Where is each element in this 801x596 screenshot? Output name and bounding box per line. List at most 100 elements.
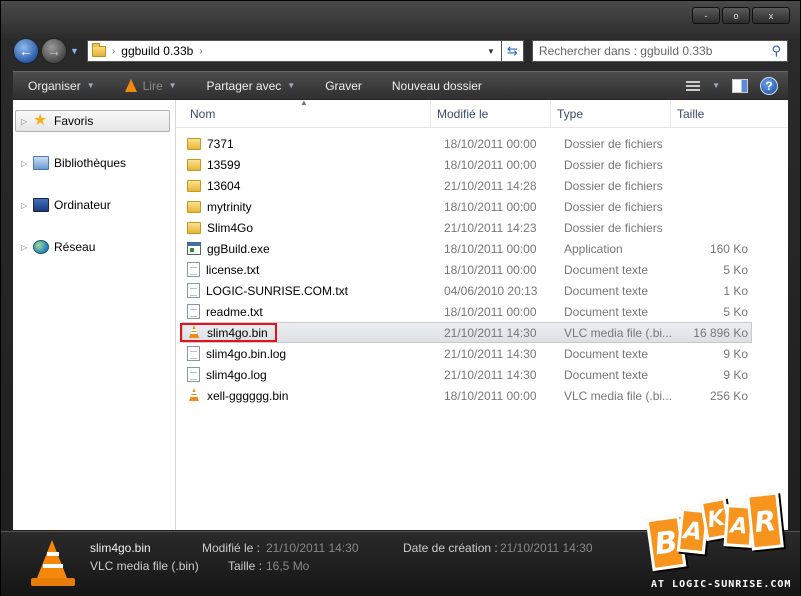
vlc-file-icon	[187, 325, 201, 340]
history-dropdown-icon[interactable]: ▼	[70, 46, 79, 56]
file-size: 256 Ko	[709, 388, 748, 403]
nav-item-favorites[interactable]: ▷ ★ Favoris	[15, 110, 170, 132]
address-bar[interactable]: › ggbuild 0.33b › ▼	[86, 40, 502, 62]
chevron-down-icon: ▼	[168, 81, 177, 90]
file-date: 18/10/2011 00:00	[444, 262, 537, 277]
table-row[interactable]: LOGIC-SUNRISE.COM.txt 04/06/2010 20:13 Doc…	[182, 280, 752, 301]
share-menu[interactable]: Partager avec ▼	[192, 72, 311, 100]
table-row[interactable]: slim4go.bin 21/10/2011 14:30 VLC media fil…	[182, 322, 752, 343]
table-row[interactable]: license.txt 18/10/2011 00:00 Document text…	[182, 259, 752, 280]
file-name-cell[interactable]: 7371	[183, 137, 438, 151]
file-type: Dossier de fichiers	[564, 157, 663, 172]
text-document-icon	[187, 367, 200, 382]
vlc-cone-icon	[31, 540, 75, 586]
file-name-cell[interactable]: xell-gggggg.bin	[183, 388, 438, 403]
file-name-cell[interactable]: Slim4Go	[183, 221, 438, 235]
nav-item-libraries[interactable]: ▷ Bibliothèques	[13, 152, 175, 174]
table-row[interactable]: Slim4Go 21/10/2011 14:23 Dossier de fichie…	[182, 217, 752, 238]
play-menu[interactable]: Lire ▼	[110, 72, 192, 100]
file-name[interactable]: LOGIC-SUNRISE.COM.txt	[206, 284, 348, 298]
file-name-cell[interactable]: license.txt	[183, 262, 438, 277]
file-name[interactable]: slim4go.bin	[207, 326, 268, 340]
breadcrumb-separator-icon[interactable]: ›	[199, 46, 202, 57]
nav-item-computer[interactable]: ▷ Ordinateur	[13, 194, 175, 216]
organize-menu[interactable]: Organiser ▼	[13, 72, 110, 100]
table-row[interactable]: 13599 18/10/2011 00:00 Dossier de fichiers	[182, 154, 752, 175]
help-icon[interactable]: ?	[760, 76, 778, 95]
breadcrumb-current[interactable]: ggbuild 0.33b	[121, 44, 193, 58]
minimize-button[interactable]: -	[692, 7, 720, 24]
file-name-cell[interactable]: 13599	[183, 158, 438, 172]
nav-item-network[interactable]: ▷ Réseau	[13, 236, 175, 258]
expand-arrow-icon[interactable]: ▷	[21, 159, 31, 168]
file-name[interactable]: 13599	[207, 158, 240, 172]
caption-buttons: - o x	[692, 7, 790, 24]
file-type: Dossier de fichiers	[564, 199, 663, 214]
column-header-date[interactable]: Modifié le	[431, 99, 551, 128]
column-header-size[interactable]: Taille	[671, 100, 749, 128]
back-button[interactable]: ←	[13, 38, 39, 64]
file-name[interactable]: slim4go.log	[206, 368, 267, 382]
search-icon[interactable]: ⚲	[771, 43, 781, 59]
table-row[interactable]: ggBuild.exe 18/10/2011 00:00 Application 16…	[182, 238, 752, 259]
file-name-cell[interactable]: ggBuild.exe	[183, 242, 438, 256]
table-row[interactable]: slim4go.bin.log 21/10/2011 14:30 Document …	[182, 343, 752, 364]
table-row[interactable]: mytrinity 18/10/2011 00:00 Dossier de fich…	[182, 196, 752, 217]
file-name-cell[interactable]: slim4go.bin.log	[183, 346, 438, 361]
expand-arrow-icon[interactable]: ▷	[21, 243, 31, 252]
file-type: VLC media file (.bi...	[564, 388, 673, 403]
nav-label: Favoris	[54, 114, 94, 128]
file-name[interactable]: license.txt	[206, 263, 259, 277]
table-row[interactable]: slim4go.log 21/10/2011 14:30 Document text…	[182, 364, 752, 385]
expand-arrow-icon[interactable]: ▷	[21, 201, 31, 210]
maximize-button[interactable]: o	[722, 7, 750, 24]
folder-icon	[91, 42, 106, 57]
share-label: Partager avec	[206, 78, 282, 93]
file-name-cell[interactable]: mytrinity	[183, 200, 438, 214]
chevron-down-icon: ▼	[86, 81, 95, 90]
close-button[interactable]: x	[752, 7, 790, 24]
content-area: ▷ ★ Favoris ▷ Bibliothèques ▷ Ordinateur…	[13, 98, 788, 530]
table-row[interactable]: 7371 18/10/2011 00:00 Dossier de fichiers	[182, 133, 752, 154]
views-icon[interactable]	[686, 80, 701, 91]
address-dropdown-icon[interactable]: ▼	[487, 47, 495, 56]
file-name[interactable]: ggBuild.exe	[207, 242, 270, 256]
file-name-cell[interactable]: LOGIC-SUNRISE.COM.txt	[183, 283, 438, 298]
file-name-cell[interactable]: readme.txt	[183, 304, 438, 319]
column-header-type[interactable]: Type	[551, 99, 671, 128]
breadcrumb-separator-icon[interactable]: ›	[112, 46, 115, 57]
refresh-button[interactable]: ⇆	[501, 40, 524, 62]
details-modified-value[interactable]: 21/10/2011 14:30	[266, 541, 359, 555]
preview-pane-icon[interactable]	[732, 78, 748, 93]
new-folder-button[interactable]: Nouveau dossier	[377, 72, 497, 100]
file-name[interactable]: readme.txt	[206, 305, 263, 319]
file-type: Dossier de fichiers	[564, 136, 663, 151]
details-created-value[interactable]: 21/10/2011 14:30	[500, 541, 593, 555]
table-row[interactable]: xell-gggggg.bin 18/10/2011 00:00 VLC media…	[182, 385, 752, 406]
file-name[interactable]: 7371	[207, 137, 234, 151]
forward-button[interactable]: →	[41, 38, 67, 64]
file-name-cell[interactable]: 13604	[183, 179, 438, 193]
file-name[interactable]: mytrinity	[207, 200, 252, 214]
views-dropdown-icon[interactable]: ▼	[712, 81, 720, 90]
network-icon	[33, 240, 49, 254]
file-size: 5 Ko	[723, 304, 748, 319]
file-name[interactable]: 13604	[207, 179, 240, 193]
file-name[interactable]: slim4go.bin.log	[206, 347, 286, 361]
search-input[interactable]: Rechercher dans : ggbuild 0.33b ⚲	[531, 40, 788, 62]
file-name[interactable]: Slim4Go	[207, 221, 253, 235]
play-label: Lire	[142, 78, 163, 93]
table-row[interactable]: 13604 21/10/2011 14:28 Dossier de fichiers	[182, 175, 752, 196]
burn-label: Graver	[325, 78, 362, 93]
application-icon	[187, 242, 201, 255]
file-type: Document texte	[564, 346, 649, 361]
file-size: 1 Ko	[723, 283, 748, 298]
file-name-cell[interactable]: slim4go.bin	[183, 325, 438, 340]
burn-button[interactable]: Graver	[310, 72, 377, 100]
file-name-cell[interactable]: slim4go.log	[183, 367, 438, 382]
expand-arrow-icon[interactable]: ▷	[21, 117, 31, 126]
folder-icon	[187, 200, 201, 213]
table-row[interactable]: readme.txt 18/10/2011 00:00 Document texte…	[182, 301, 752, 322]
computer-icon	[33, 198, 49, 212]
file-name[interactable]: xell-gggggg.bin	[207, 389, 288, 403]
